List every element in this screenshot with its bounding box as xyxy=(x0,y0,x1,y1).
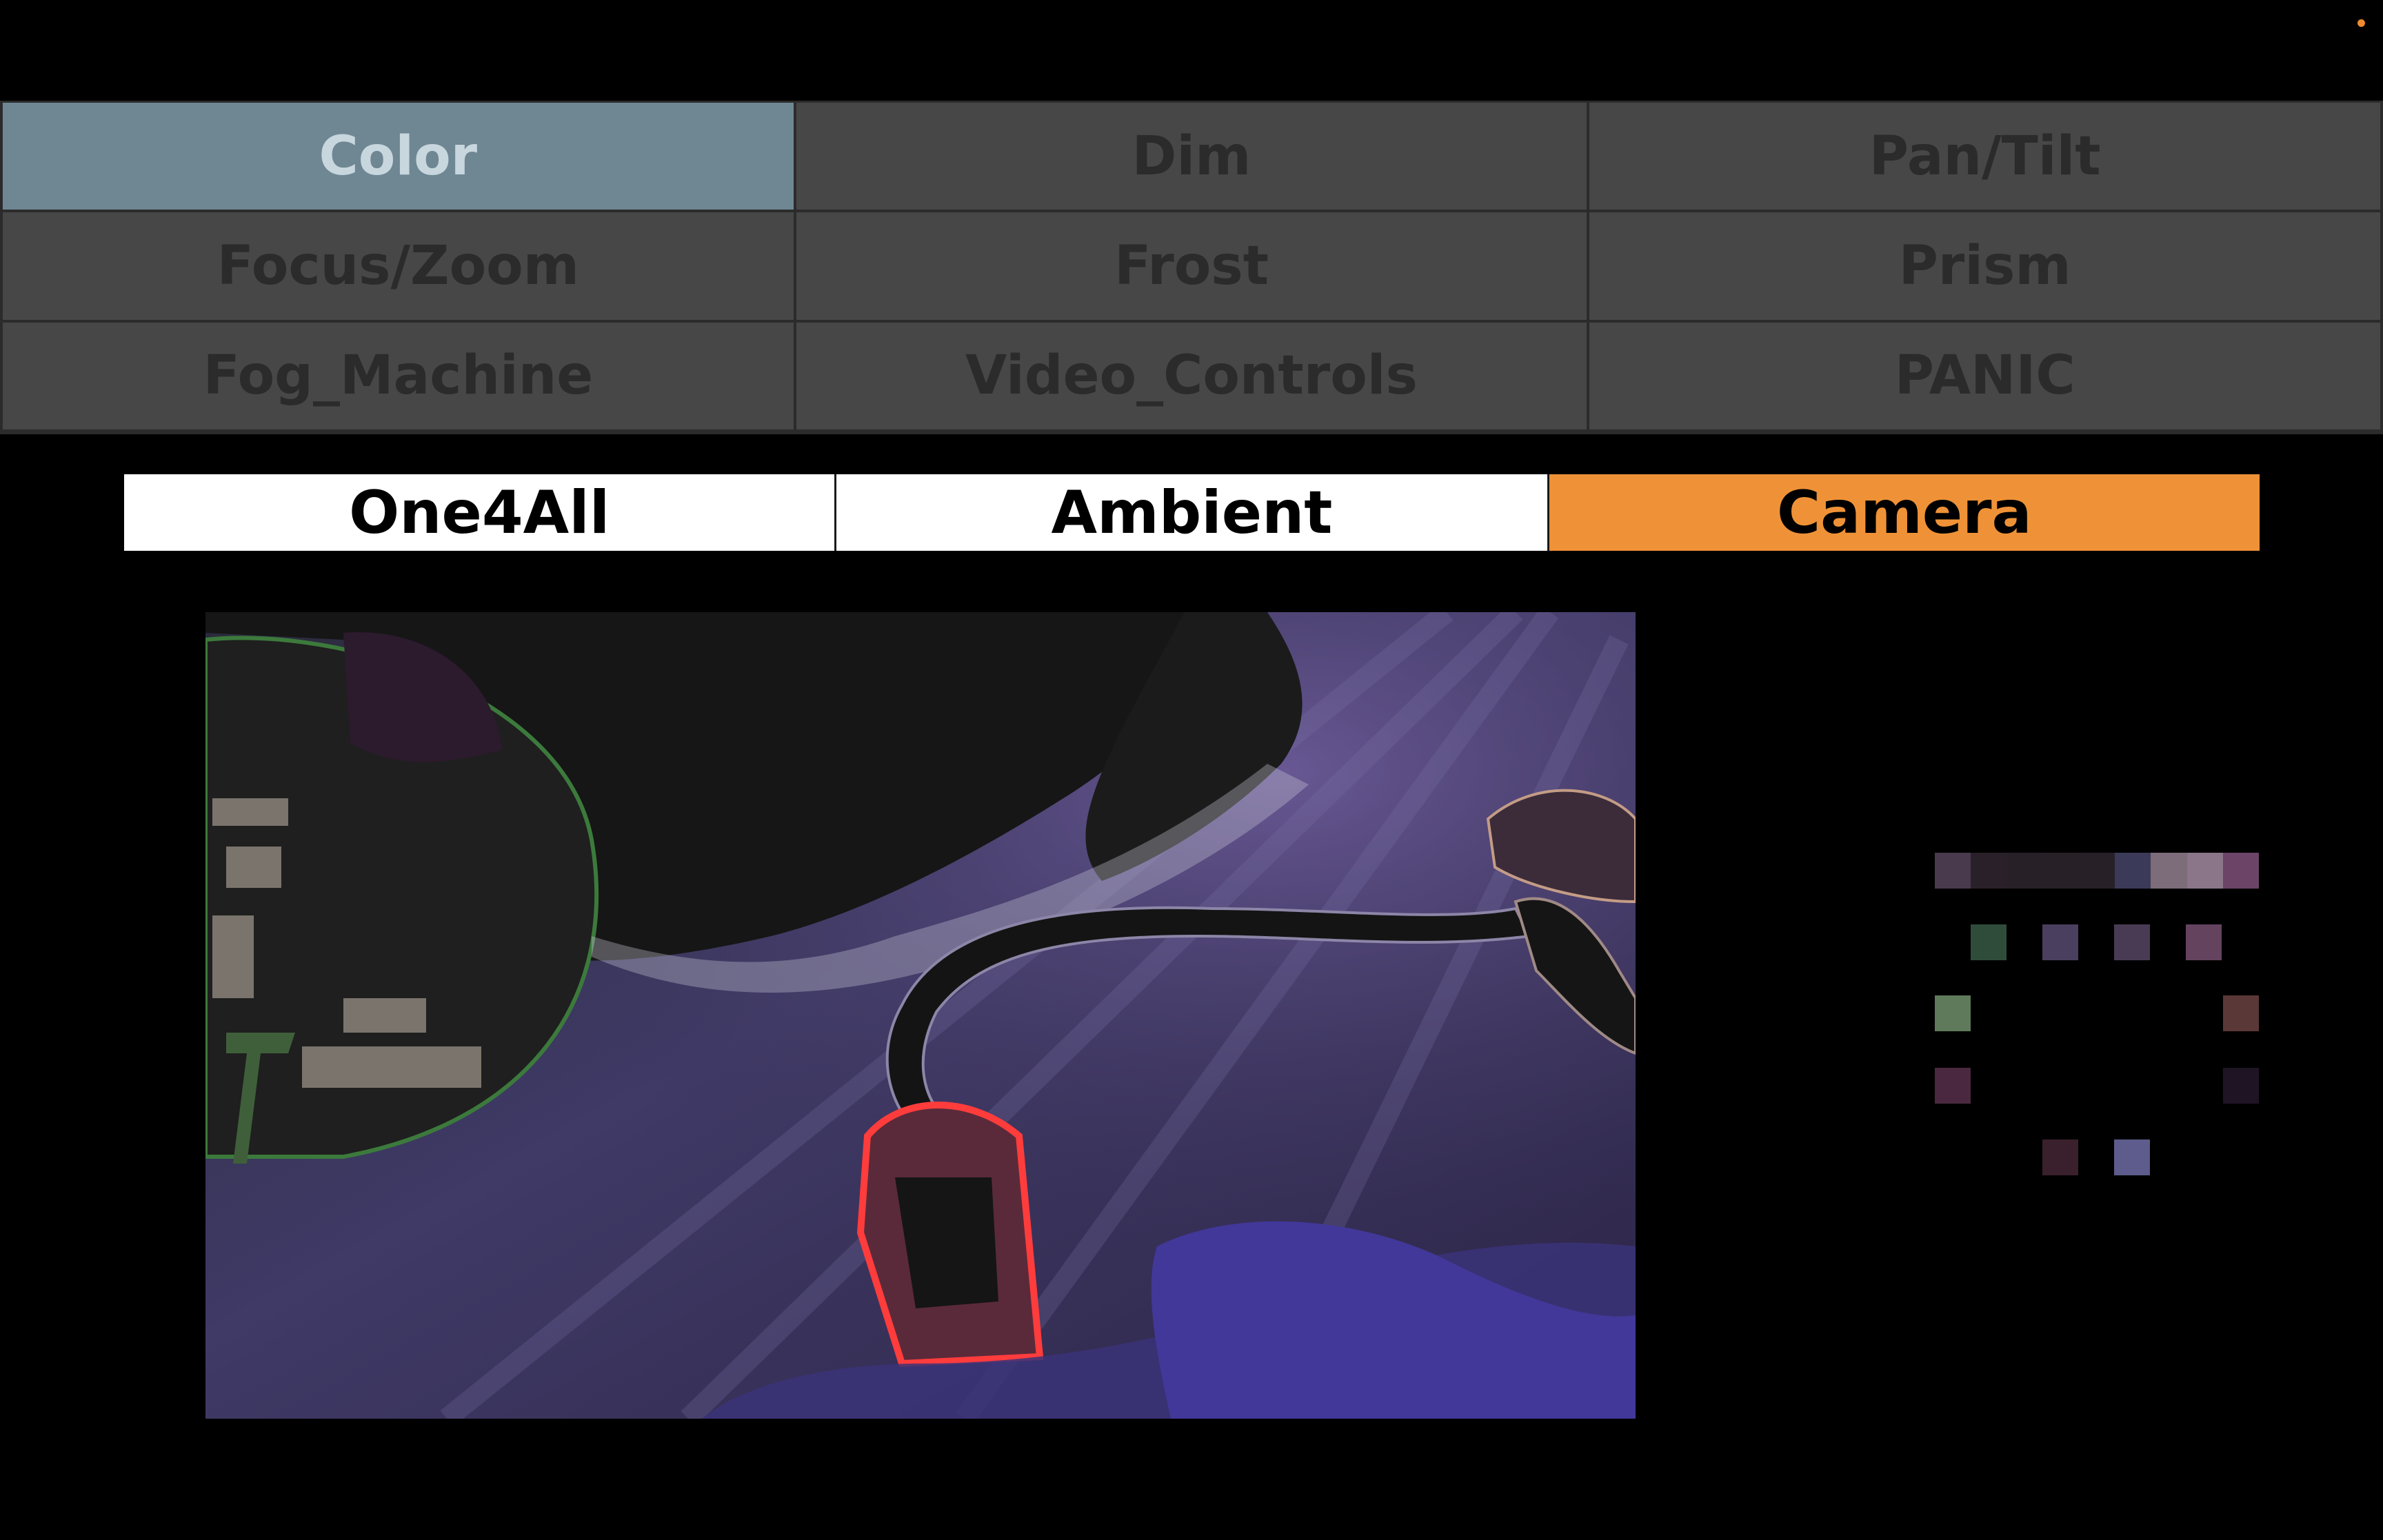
camera-feed-image[interactable] xyxy=(205,612,1636,1419)
color-swatch-strip xyxy=(1935,853,2259,889)
group-button-prism[interactable]: Prism xyxy=(1589,212,2380,320)
color-swatch[interactable] xyxy=(2042,924,2078,960)
color-swatch[interactable] xyxy=(2115,853,2151,889)
color-swatch[interactable] xyxy=(2223,1068,2259,1104)
mode-tab-bar: One4All Ambient Camera xyxy=(124,474,2260,551)
camera-feed-graphic xyxy=(205,612,1636,1419)
color-swatch[interactable] xyxy=(1935,995,1971,1031)
color-swatch[interactable] xyxy=(2114,924,2150,960)
color-swatch-panel xyxy=(1935,853,2259,1177)
status-indicator-dot xyxy=(2357,19,2365,27)
group-button-pan-tilt[interactable]: Pan/Tilt xyxy=(1589,103,2380,210)
color-swatch[interactable] xyxy=(2042,853,2079,889)
color-swatch[interactable] xyxy=(2114,1139,2150,1175)
color-swatch[interactable] xyxy=(1935,1068,1971,1104)
group-button-frost[interactable]: Frost xyxy=(796,212,1587,320)
color-swatch[interactable] xyxy=(2042,1139,2078,1175)
tab-ambient[interactable]: Ambient xyxy=(836,474,1549,551)
color-swatch[interactable] xyxy=(2007,853,2043,889)
group-button-fog-machine[interactable]: Fog_Machine xyxy=(3,322,794,429)
color-swatch[interactable] xyxy=(2186,853,2223,889)
tab-one4all[interactable]: One4All xyxy=(124,474,837,551)
color-swatch[interactable] xyxy=(2222,853,2259,889)
color-swatch[interactable] xyxy=(2186,924,2222,960)
group-button-color[interactable]: Color xyxy=(3,103,794,210)
color-swatch[interactable] xyxy=(1971,924,2007,960)
tab-camera[interactable]: Camera xyxy=(1549,474,2260,551)
group-button-panic[interactable]: PANIC xyxy=(1589,322,2380,429)
color-swatch[interactable] xyxy=(1935,853,1971,889)
color-swatch[interactable] xyxy=(2078,853,2115,889)
color-swatch[interactable] xyxy=(2223,995,2259,1031)
group-button-focus-zoom[interactable]: Focus/Zoom xyxy=(3,212,794,320)
fixture-group-grid: Color Dim Pan/Tilt Focus/Zoom Frost Pris… xyxy=(0,101,2383,434)
color-swatch[interactable] xyxy=(2151,853,2187,889)
color-swatch[interactable] xyxy=(1971,853,2007,889)
group-button-dim[interactable]: Dim xyxy=(796,103,1587,210)
group-button-video-controls[interactable]: Video_Controls xyxy=(796,322,1587,429)
